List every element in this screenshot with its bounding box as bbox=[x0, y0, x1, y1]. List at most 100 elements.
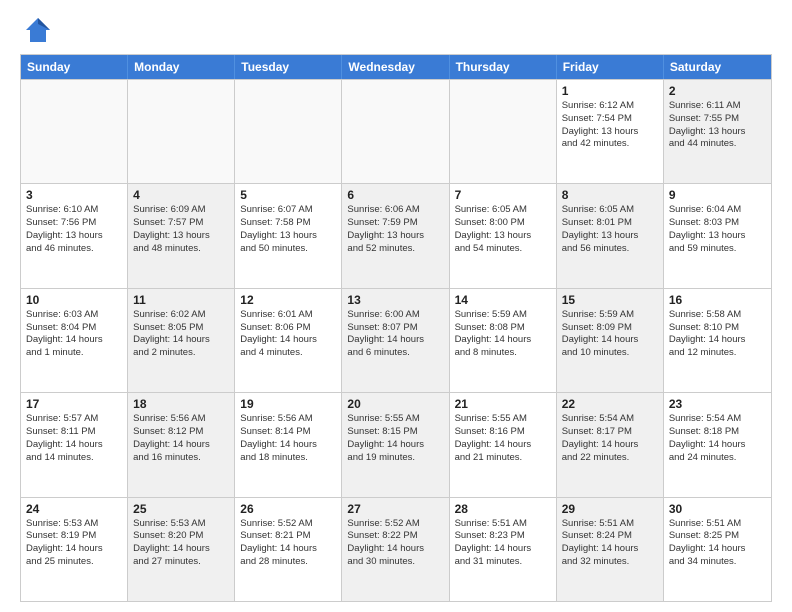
day-cell-3: 3Sunrise: 6:10 AM Sunset: 7:56 PM Daylig… bbox=[21, 184, 128, 287]
day-number: 5 bbox=[240, 188, 336, 202]
calendar-row-0: 1 Sunrise: 6:12 AM Sunset: 7:54 PM Daylig… bbox=[21, 79, 771, 183]
day-cell-4: 4 Sunrise: 6:09 AM Sunset: 7:57 PM Daylig… bbox=[128, 184, 235, 287]
day-info: Sunrise: 5:51 AM Sunset: 8:25 PM Dayligh… bbox=[669, 518, 766, 569]
day-number: 8 bbox=[562, 188, 658, 202]
day-cell-15: 15 Sunrise: 5:59 AM Sunset: 8:09 PM Dayli… bbox=[557, 289, 664, 392]
empty-cell bbox=[21, 80, 128, 183]
day-number: 18 bbox=[133, 397, 229, 411]
day-cell-24: 24 Sunrise: 5:53 AM Sunset: 8:19 PM Dayli… bbox=[21, 498, 128, 601]
day-number: 15 bbox=[562, 293, 658, 307]
day-info: Sunrise: 5:59 AM Sunset: 8:08 PM Dayligh… bbox=[455, 309, 551, 360]
header bbox=[20, 16, 772, 44]
day-number: 1 bbox=[562, 84, 658, 98]
day-cell-20: 20Sunrise: 5:55 AM Sunset: 8:15 PM Dayli… bbox=[342, 393, 449, 496]
day-info: Sunrise: 5:55 AM Sunset: 8:16 PM Dayligh… bbox=[455, 413, 551, 464]
empty-cell bbox=[235, 80, 342, 183]
day-cell-30: 30Sunrise: 5:51 AM Sunset: 8:25 PM Dayli… bbox=[664, 498, 771, 601]
day-info: Sunrise: 6:04 AM Sunset: 8:03 PM Dayligh… bbox=[669, 204, 766, 255]
day-number: 16 bbox=[669, 293, 766, 307]
empty-cell bbox=[450, 80, 557, 183]
day-info: Sunrise: 5:57 AM Sunset: 8:11 PM Dayligh… bbox=[26, 413, 122, 464]
header-cell-saturday: Saturday bbox=[664, 55, 771, 79]
day-info: Sunrise: 5:51 AM Sunset: 8:24 PM Dayligh… bbox=[562, 518, 658, 569]
day-number: 2 bbox=[669, 84, 766, 98]
day-cell-14: 14 Sunrise: 5:59 AM Sunset: 8:08 PM Dayli… bbox=[450, 289, 557, 392]
day-info: Sunrise: 6:05 AM Sunset: 8:01 PM Dayligh… bbox=[562, 204, 658, 255]
day-info: Sunrise: 6:09 AM Sunset: 7:57 PM Dayligh… bbox=[133, 204, 229, 255]
day-info: Sunrise: 5:58 AM Sunset: 8:10 PM Dayligh… bbox=[669, 309, 766, 360]
day-number: 21 bbox=[455, 397, 551, 411]
day-info: Sunrise: 6:01 AM Sunset: 8:06 PM Dayligh… bbox=[240, 309, 336, 360]
day-info: Sunrise: 5:54 AM Sunset: 8:18 PM Dayligh… bbox=[669, 413, 766, 464]
header-cell-monday: Monday bbox=[128, 55, 235, 79]
day-info: Sunrise: 6:06 AM Sunset: 7:59 PM Dayligh… bbox=[347, 204, 443, 255]
day-cell-28: 28Sunrise: 5:51 AM Sunset: 8:23 PM Dayli… bbox=[450, 498, 557, 601]
day-info: Sunrise: 6:11 AM Sunset: 7:55 PM Dayligh… bbox=[669, 100, 766, 151]
day-cell-9: 9 Sunrise: 6:04 AM Sunset: 8:03 PM Daylig… bbox=[664, 184, 771, 287]
day-info: Sunrise: 5:55 AM Sunset: 8:15 PM Dayligh… bbox=[347, 413, 443, 464]
calendar-row-2: 10 Sunrise: 6:03 AM Sunset: 8:04 PM Dayli… bbox=[21, 288, 771, 392]
day-cell-19: 19 Sunrise: 5:56 AM Sunset: 8:14 PM Dayli… bbox=[235, 393, 342, 496]
calendar: SundayMondayTuesdayWednesdayThursdayFrid… bbox=[20, 54, 772, 602]
day-info: Sunrise: 6:12 AM Sunset: 7:54 PM Dayligh… bbox=[562, 100, 658, 151]
day-info: Sunrise: 5:56 AM Sunset: 8:12 PM Dayligh… bbox=[133, 413, 229, 464]
day-number: 14 bbox=[455, 293, 551, 307]
day-info: Sunrise: 6:10 AM Sunset: 7:56 PM Dayligh… bbox=[26, 204, 122, 255]
calendar-row-4: 24 Sunrise: 5:53 AM Sunset: 8:19 PM Dayli… bbox=[21, 497, 771, 601]
day-cell-26: 26 Sunrise: 5:52 AM Sunset: 8:21 PM Dayli… bbox=[235, 498, 342, 601]
day-number: 12 bbox=[240, 293, 336, 307]
logo-icon bbox=[24, 16, 52, 44]
day-info: Sunrise: 5:52 AM Sunset: 8:21 PM Dayligh… bbox=[240, 518, 336, 569]
day-info: Sunrise: 6:00 AM Sunset: 8:07 PM Dayligh… bbox=[347, 309, 443, 360]
day-cell-10: 10 Sunrise: 6:03 AM Sunset: 8:04 PM Dayli… bbox=[21, 289, 128, 392]
day-cell-17: 17 Sunrise: 5:57 AM Sunset: 8:11 PM Dayli… bbox=[21, 393, 128, 496]
day-number: 19 bbox=[240, 397, 336, 411]
day-info: Sunrise: 5:59 AM Sunset: 8:09 PM Dayligh… bbox=[562, 309, 658, 360]
day-number: 29 bbox=[562, 502, 658, 516]
day-info: Sunrise: 5:51 AM Sunset: 8:23 PM Dayligh… bbox=[455, 518, 551, 569]
day-cell-1: 1 Sunrise: 6:12 AM Sunset: 7:54 PM Daylig… bbox=[557, 80, 664, 183]
day-number: 9 bbox=[669, 188, 766, 202]
calendar-body: 1 Sunrise: 6:12 AM Sunset: 7:54 PM Daylig… bbox=[21, 79, 771, 601]
day-info: Sunrise: 6:07 AM Sunset: 7:58 PM Dayligh… bbox=[240, 204, 336, 255]
day-cell-5: 5 Sunrise: 6:07 AM Sunset: 7:58 PM Daylig… bbox=[235, 184, 342, 287]
day-info: Sunrise: 5:56 AM Sunset: 8:14 PM Dayligh… bbox=[240, 413, 336, 464]
day-number: 6 bbox=[347, 188, 443, 202]
day-number: 7 bbox=[455, 188, 551, 202]
day-number: 11 bbox=[133, 293, 229, 307]
day-number: 23 bbox=[669, 397, 766, 411]
day-number: 4 bbox=[133, 188, 229, 202]
day-cell-23: 23 Sunrise: 5:54 AM Sunset: 8:18 PM Dayli… bbox=[664, 393, 771, 496]
day-cell-2: 2 Sunrise: 6:11 AM Sunset: 7:55 PM Daylig… bbox=[664, 80, 771, 183]
day-number: 27 bbox=[347, 502, 443, 516]
day-cell-18: 18 Sunrise: 5:56 AM Sunset: 8:12 PM Dayli… bbox=[128, 393, 235, 496]
header-cell-thursday: Thursday bbox=[450, 55, 557, 79]
day-number: 22 bbox=[562, 397, 658, 411]
day-number: 17 bbox=[26, 397, 122, 411]
calendar-row-3: 17 Sunrise: 5:57 AM Sunset: 8:11 PM Dayli… bbox=[21, 392, 771, 496]
day-info: Sunrise: 5:53 AM Sunset: 8:20 PM Dayligh… bbox=[133, 518, 229, 569]
day-info: Sunrise: 6:05 AM Sunset: 8:00 PM Dayligh… bbox=[455, 204, 551, 255]
day-cell-29: 29 Sunrise: 5:51 AM Sunset: 8:24 PM Dayli… bbox=[557, 498, 664, 601]
day-cell-22: 22 Sunrise: 5:54 AM Sunset: 8:17 PM Dayli… bbox=[557, 393, 664, 496]
calendar-row-1: 3Sunrise: 6:10 AM Sunset: 7:56 PM Daylig… bbox=[21, 183, 771, 287]
day-info: Sunrise: 5:53 AM Sunset: 8:19 PM Dayligh… bbox=[26, 518, 122, 569]
header-cell-friday: Friday bbox=[557, 55, 664, 79]
day-info: Sunrise: 6:03 AM Sunset: 8:04 PM Dayligh… bbox=[26, 309, 122, 360]
day-info: Sunrise: 6:02 AM Sunset: 8:05 PM Dayligh… bbox=[133, 309, 229, 360]
day-cell-11: 11 Sunrise: 6:02 AM Sunset: 8:05 PM Dayli… bbox=[128, 289, 235, 392]
day-number: 10 bbox=[26, 293, 122, 307]
day-cell-27: 27 Sunrise: 5:52 AM Sunset: 8:22 PM Dayli… bbox=[342, 498, 449, 601]
day-cell-13: 13Sunrise: 6:00 AM Sunset: 8:07 PM Dayli… bbox=[342, 289, 449, 392]
header-cell-tuesday: Tuesday bbox=[235, 55, 342, 79]
day-info: Sunrise: 5:54 AM Sunset: 8:17 PM Dayligh… bbox=[562, 413, 658, 464]
day-cell-12: 12 Sunrise: 6:01 AM Sunset: 8:06 PM Dayli… bbox=[235, 289, 342, 392]
logo bbox=[20, 16, 52, 44]
day-cell-16: 16 Sunrise: 5:58 AM Sunset: 8:10 PM Dayli… bbox=[664, 289, 771, 392]
day-cell-25: 25Sunrise: 5:53 AM Sunset: 8:20 PM Dayli… bbox=[128, 498, 235, 601]
day-number: 26 bbox=[240, 502, 336, 516]
header-cell-sunday: Sunday bbox=[21, 55, 128, 79]
empty-cell bbox=[342, 80, 449, 183]
day-info: Sunrise: 5:52 AM Sunset: 8:22 PM Dayligh… bbox=[347, 518, 443, 569]
day-number: 24 bbox=[26, 502, 122, 516]
